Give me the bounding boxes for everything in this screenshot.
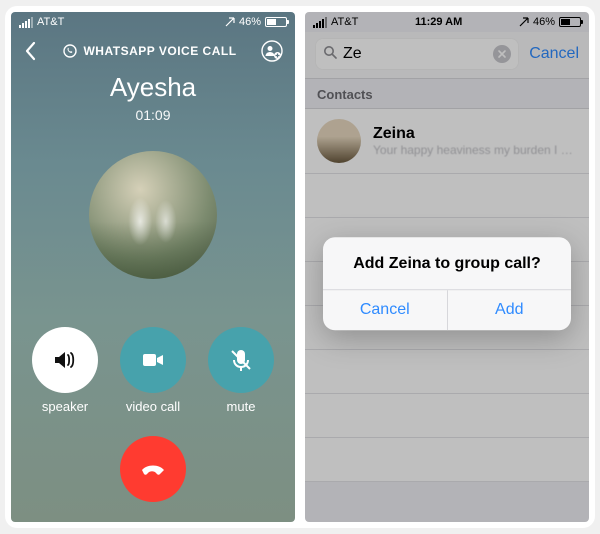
add-participant-screen: AT&T 11:29 AM 46% Ze bbox=[305, 12, 589, 522]
mute-label: mute bbox=[227, 399, 256, 414]
speaker-label: speaker bbox=[42, 399, 88, 414]
battery-icon bbox=[265, 17, 287, 27]
voice-call-screen: AT&T 46% WHATSAPP V bbox=[11, 12, 295, 522]
dialog-add-button[interactable]: Add bbox=[447, 290, 572, 330]
video-label: video call bbox=[126, 399, 180, 414]
speaker-button[interactable] bbox=[32, 327, 98, 393]
contact-name: Ayesha bbox=[110, 72, 196, 103]
battery-pct: 46% bbox=[239, 16, 261, 28]
dialog-title: Add Zeina to group call? bbox=[323, 237, 571, 289]
back-button[interactable] bbox=[23, 41, 39, 61]
end-call-button[interactable] bbox=[120, 436, 186, 502]
video-call-button[interactable] bbox=[120, 327, 186, 393]
whatsapp-icon bbox=[63, 44, 77, 58]
carrier-label: AT&T bbox=[37, 16, 64, 28]
call-title: WHATSAPP VOICE CALL bbox=[83, 44, 236, 58]
signal-icon bbox=[19, 17, 33, 28]
nav-arrow-icon bbox=[225, 17, 235, 27]
avatar bbox=[89, 151, 217, 279]
dialog-cancel-button[interactable]: Cancel bbox=[323, 290, 447, 330]
add-participant-button[interactable] bbox=[261, 40, 283, 62]
mute-button[interactable] bbox=[208, 327, 274, 393]
status-bar: AT&T 46% bbox=[11, 12, 295, 32]
call-timer: 01:09 bbox=[135, 107, 170, 123]
confirm-dialog: Add Zeina to group call? Cancel Add bbox=[323, 237, 571, 330]
